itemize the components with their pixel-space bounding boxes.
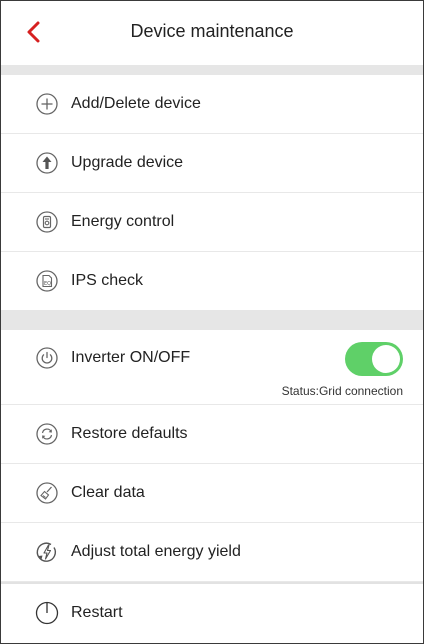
adjust-total-energy-yield-label: Adjust total energy yield: [71, 543, 241, 560]
energy-yield-icon: [36, 542, 57, 562]
restart-icon: [35, 601, 59, 625]
inverter-on-off-label: Inverter ON/OFF: [71, 349, 191, 366]
toggle-knob: [372, 345, 400, 373]
clear-data-label: Clear data: [71, 484, 145, 501]
add-delete-device-label: Add/Delete device: [71, 95, 201, 112]
header-bar: Device maintenance: [1, 1, 423, 65]
plus-circle-icon: [36, 93, 58, 115]
clear-data-item[interactable]: Clear data: [1, 464, 423, 523]
restore-icon: [36, 423, 58, 445]
page-title: Device maintenance: [130, 21, 294, 41]
section-divider: [1, 65, 423, 75]
ips-check-icon: EQ: [36, 270, 58, 292]
restore-defaults-item[interactable]: Restore defaults: [1, 405, 423, 464]
inverter-on-off-item: Inverter ON/OFF Status:Grid connection: [1, 330, 423, 405]
upgrade-device-item[interactable]: Upgrade device: [1, 134, 423, 193]
upgrade-arrow-icon: [36, 152, 58, 174]
add-delete-device-item[interactable]: Add/Delete device: [1, 75, 423, 134]
upgrade-device-label: Upgrade device: [71, 154, 184, 171]
energy-control-icon: [36, 211, 58, 233]
clear-data-icon: [36, 482, 58, 504]
restart-item[interactable]: Restart: [1, 584, 423, 642]
inverter-status-text: Status:Grid connection: [281, 384, 403, 398]
adjust-total-energy-yield-item[interactable]: Adjust total energy yield: [1, 523, 423, 582]
ips-check-label: IPS check: [71, 272, 144, 289]
section-divider: [1, 310, 423, 330]
svg-text:EQ: EQ: [44, 281, 51, 287]
device-maintenance-screen: Device maintenance Add/Delete device Upg…: [0, 0, 424, 644]
restore-defaults-label: Restore defaults: [71, 425, 188, 442]
inverter-toggle[interactable]: [345, 342, 403, 376]
restart-label: Restart: [71, 604, 123, 621]
energy-control-label: Energy control: [71, 213, 175, 230]
energy-control-item[interactable]: Energy control: [1, 193, 423, 252]
power-icon: [36, 347, 58, 369]
ips-check-item[interactable]: EQ IPS check: [1, 252, 423, 310]
